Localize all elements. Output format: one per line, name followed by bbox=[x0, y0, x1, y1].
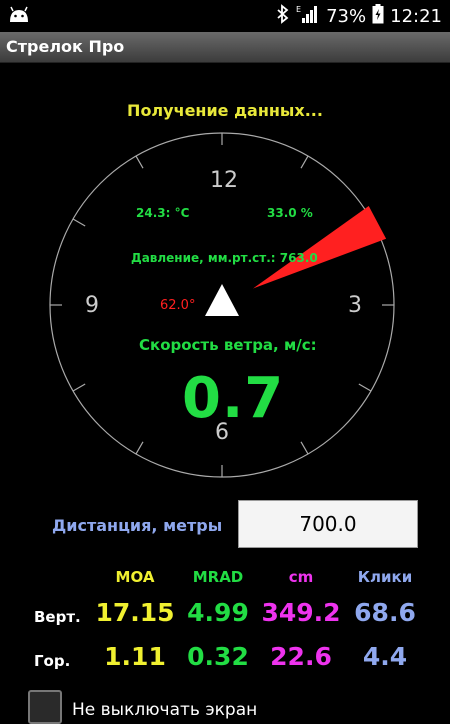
distance-input[interactable] bbox=[238, 500, 418, 548]
vertical-cm: 349.2 bbox=[261, 598, 341, 627]
wind-speed-value: 0.7 bbox=[182, 366, 285, 431]
distance-label: Дистанция, метры bbox=[52, 516, 223, 535]
row-label-horizontal: Гор. bbox=[34, 652, 71, 670]
header-mrad: MRAD bbox=[192, 568, 244, 586]
horizontal-cm: 22.6 bbox=[270, 642, 332, 671]
wind-speed-label: Скорость ветра, м/с: bbox=[139, 336, 317, 354]
dial-tick bbox=[300, 155, 309, 169]
dial-tick bbox=[72, 383, 86, 392]
humidity-readout: 33.0 % bbox=[267, 206, 313, 220]
dial-tick bbox=[135, 441, 144, 455]
horizontal-clicks: 4.4 bbox=[362, 642, 408, 671]
wind-angle-readout: 62.0° bbox=[160, 298, 196, 313]
dial-tick bbox=[358, 383, 372, 392]
center-triangle bbox=[205, 284, 239, 316]
horizontal-mrad: 0.32 bbox=[187, 642, 249, 671]
row-label-vertical: Верт. bbox=[34, 608, 81, 626]
dial-number-9: 9 bbox=[85, 293, 99, 318]
dial-number-12: 12 bbox=[210, 168, 238, 193]
header-clicks: Клики bbox=[357, 568, 413, 586]
header-cm: cm bbox=[288, 568, 314, 586]
keep-screen-checkbox[interactable] bbox=[28, 690, 62, 724]
dial-tick bbox=[300, 441, 309, 455]
temperature-readout: 24.3: °C bbox=[136, 206, 190, 220]
keep-screen-label: Не выключать экран bbox=[72, 700, 258, 720]
dial-tick bbox=[135, 155, 144, 169]
horizontal-moa: 1.11 bbox=[104, 642, 166, 671]
vertical-mrad: 4.99 bbox=[187, 598, 249, 627]
header-moa: MOA bbox=[115, 568, 155, 586]
vertical-moa: 17.15 bbox=[95, 598, 175, 627]
pressure-readout: Давление, мм.рт.ст.: 763.0 bbox=[131, 251, 318, 265]
dial-tick bbox=[72, 218, 86, 227]
vertical-clicks: 68.6 bbox=[354, 598, 416, 627]
dial-number-3: 3 bbox=[348, 293, 362, 318]
